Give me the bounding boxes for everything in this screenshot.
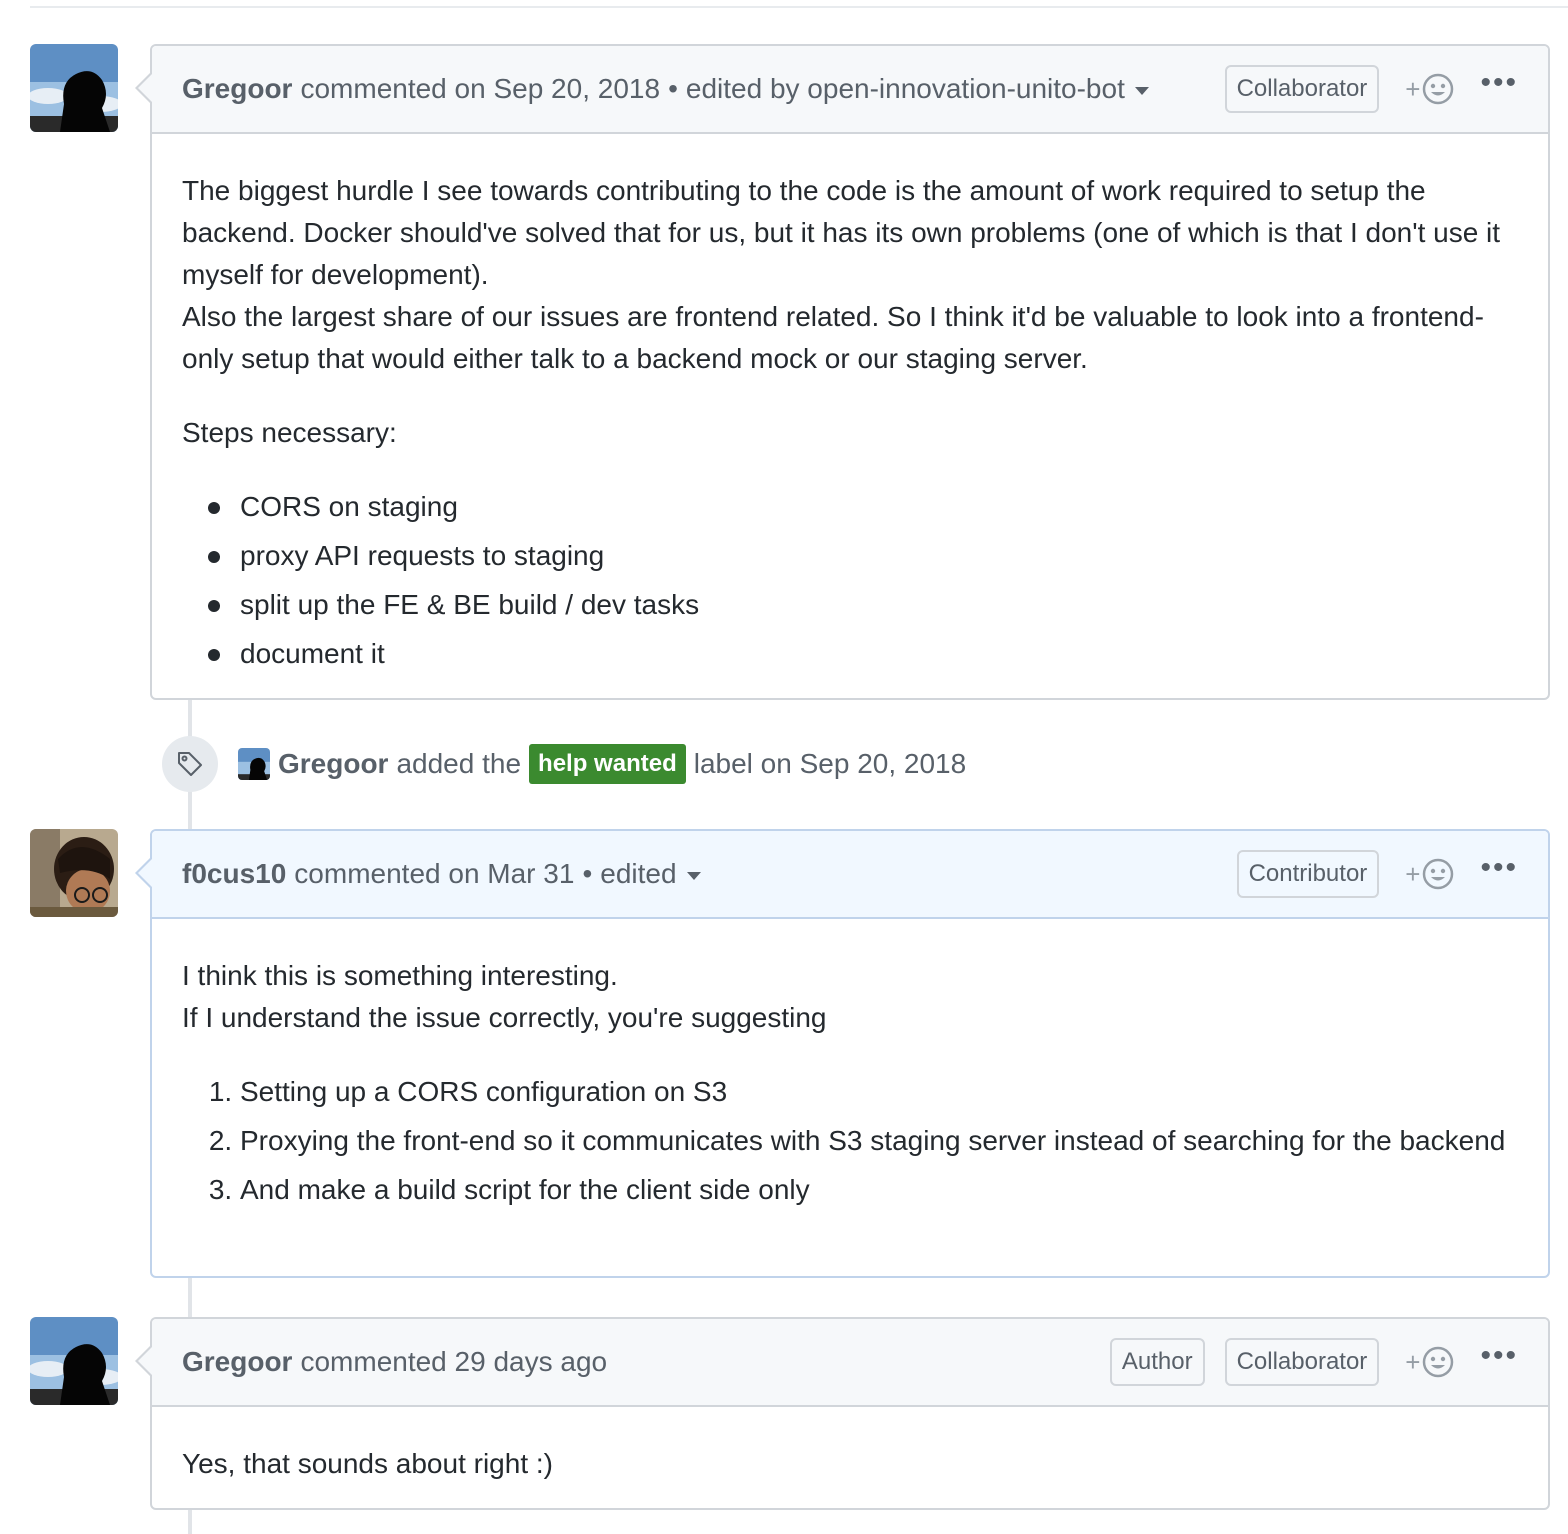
comment-header: Gregoor commented on Sep 20, 2018 • edit… xyxy=(152,46,1548,134)
bullet-list: CORS on staging proxy API requests to st… xyxy=(182,486,1518,675)
comment-author[interactable]: Gregoor xyxy=(182,1346,292,1378)
list-item: document it xyxy=(208,633,1518,675)
contributor-badge: Contributor xyxy=(1236,850,1380,898)
more-options-button[interactable]: ••• xyxy=(1480,853,1518,895)
comment-paragraph: I think this is something interesting. I… xyxy=(182,960,827,1033)
timeline-line xyxy=(188,1510,192,1534)
comment-body: Yes, that sounds about right :) xyxy=(152,1407,1548,1513)
tag-icon xyxy=(162,736,218,792)
comment-arrow xyxy=(135,72,152,104)
event-actor[interactable]: Gregoor xyxy=(278,748,388,780)
edited-label: edited by open-innovation-unito-bot xyxy=(685,73,1125,104)
smiley-icon xyxy=(1423,73,1454,105)
comment-header: f0cus10 commented on Mar 31 • edited Con… xyxy=(152,831,1548,919)
comment-body: The biggest hurdle I see towards contrib… xyxy=(152,134,1548,710)
plus-icon: + xyxy=(1405,1346,1421,1377)
timeline-line xyxy=(188,1278,192,1318)
list-item: Proxying the front-end so it communicate… xyxy=(240,1120,1518,1162)
collaborator-badge: Collaborator xyxy=(1224,1338,1380,1386)
comment-header: Gregoor commented 29 days ago Author Col… xyxy=(152,1319,1548,1407)
more-options-button[interactable]: ••• xyxy=(1480,68,1518,110)
avatar[interactable] xyxy=(30,1317,118,1405)
comment-arrow xyxy=(135,1345,152,1377)
event-text: label on Sep 20, 2018 xyxy=(693,748,967,779)
comment-timestamp[interactable]: commented on Sep 20, 2018 xyxy=(300,73,660,105)
comment-paragraph: Yes, that sounds about right :) xyxy=(182,1448,553,1479)
comment-paragraph: The biggest hurdle I see towards contrib… xyxy=(182,175,1501,374)
separator: • xyxy=(668,73,678,104)
comment-author[interactable]: f0cus10 xyxy=(182,858,286,890)
label-event: Gregoor added the help wanted label on S… xyxy=(162,736,966,792)
event-avatar[interactable] xyxy=(238,748,270,780)
add-reaction-button[interactable]: + xyxy=(1405,858,1454,890)
more-options-button[interactable]: ••• xyxy=(1480,1341,1518,1383)
plus-icon: + xyxy=(1405,858,1421,889)
edited-label: edited xyxy=(600,858,677,889)
chevron-down-icon xyxy=(1134,87,1149,95)
top-divider xyxy=(30,6,1568,8)
list-item: Setting up a CORS configuration on S3 xyxy=(240,1071,1518,1113)
add-reaction-button[interactable]: + xyxy=(1405,1346,1454,1378)
comment-timestamp[interactable]: commented 29 days ago xyxy=(300,1346,607,1378)
comment: Gregoor commented 29 days ago Author Col… xyxy=(135,1317,1550,1513)
comment-paragraph: Steps necessary: xyxy=(182,417,397,448)
chevron-down-icon xyxy=(686,872,701,880)
list-item: And make a build script for the client s… xyxy=(240,1169,1518,1211)
help-wanted-label[interactable]: help wanted xyxy=(529,744,686,784)
plus-icon: + xyxy=(1405,73,1421,104)
list-item: CORS on staging xyxy=(208,486,1518,528)
collaborator-badge: Collaborator xyxy=(1224,65,1380,113)
edited-dropdown[interactable]: edited by open-innovation-unito-bot xyxy=(686,73,1149,105)
smiley-icon xyxy=(1423,858,1454,890)
separator: • xyxy=(582,858,593,889)
comment: Gregoor commented on Sep 20, 2018 • edit… xyxy=(135,44,1550,700)
comment-body: I think this is something interesting. I… xyxy=(152,919,1548,1246)
list-item: split up the FE & BE build / dev tasks xyxy=(208,584,1518,626)
edited-dropdown[interactable]: edited xyxy=(600,858,701,890)
add-reaction-button[interactable]: + xyxy=(1405,73,1454,105)
event-text: added the xyxy=(396,748,522,779)
numbered-list: Setting up a CORS configuration on S3 Pr… xyxy=(182,1071,1518,1211)
comment-timestamp[interactable]: commented on Mar 31 xyxy=(294,858,574,890)
comment: f0cus10 commented on Mar 31 • edited Con… xyxy=(135,829,1550,1278)
comment-arrow xyxy=(135,857,152,889)
list-item: proxy API requests to staging xyxy=(208,535,1518,577)
avatar[interactable] xyxy=(30,44,118,132)
comment-author[interactable]: Gregoor xyxy=(182,73,292,105)
avatar[interactable] xyxy=(30,829,118,917)
author-badge: Author xyxy=(1109,1338,1205,1386)
smiley-icon xyxy=(1423,1346,1454,1378)
